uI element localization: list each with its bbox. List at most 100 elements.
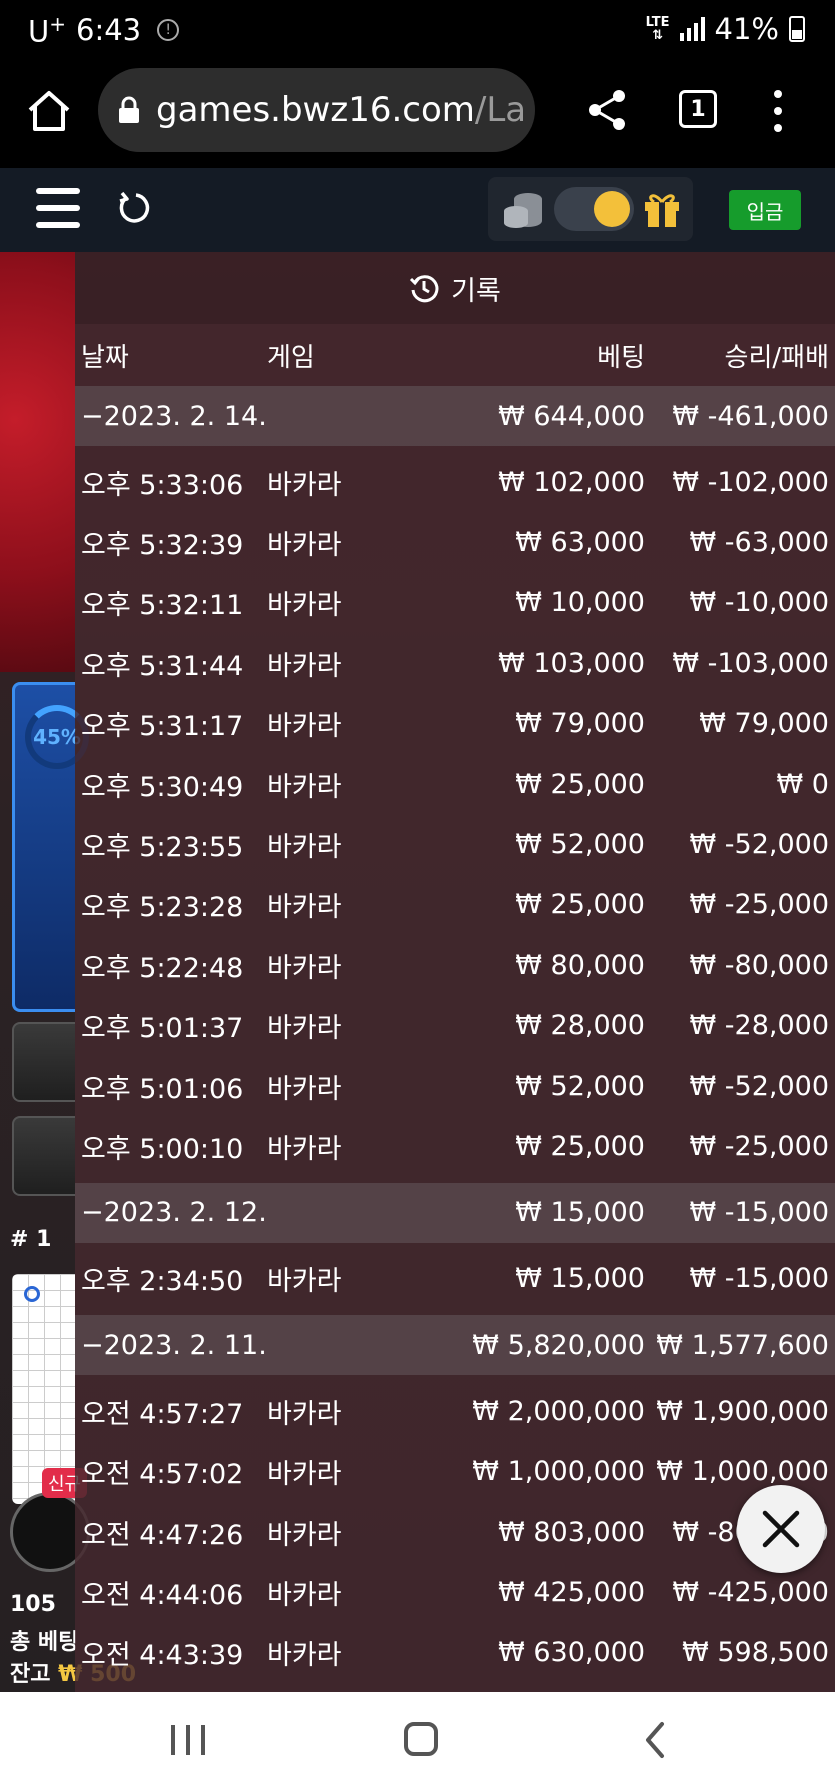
row-time: 오후 5:32:11 [81, 590, 244, 622]
row-game: 바카라 [267, 1133, 342, 1165]
row-win-loss: ₩ 1,900,000 [656, 1395, 829, 1427]
row-win-loss: ₩ -25,000 [689, 889, 830, 921]
home-icon[interactable] [26, 88, 72, 134]
history-row: 오전 4:57:27 바카라 ₩ 2,000,000 ₩ 1,900,000 [75, 1381, 835, 1441]
history-row: 오전 4:47:26바카라₩ 803,000₩ -803,000 [75, 1502, 835, 1562]
row-time: 오후 5:00:10 [81, 1133, 244, 1165]
info-icon: ! [157, 19, 180, 42]
row-win-loss: ₩ -52,000 [689, 828, 830, 860]
road-dot [24, 1286, 40, 1302]
col-bet: 베팅 [597, 342, 645, 373]
coins-icon [504, 193, 542, 228]
table-rank: # 1 [10, 1227, 52, 1252]
history-row: 오후 5:22:48 바카라 ₩ 80,000 ₩ -80,000 [75, 935, 835, 995]
row-win-loss: ₩ -63,000 [689, 526, 830, 558]
battery-percent: 41% [714, 12, 779, 46]
history-row: 오후 5:31:17 바카라 ₩ 79,000 ₩ 79,000 [75, 694, 835, 754]
row-bet: ₩ 10,000 [515, 587, 645, 619]
side-button[interactable] [12, 1116, 75, 1196]
history-title: 기록 [451, 275, 501, 307]
row-time: 오전 4:57:02 [81, 1459, 244, 1491]
row-bet: ₩ 52,000 [515, 1070, 645, 1102]
row-time: 오후 5:32:39 [81, 529, 244, 561]
row-win-loss: ₩ 79,000 [699, 708, 829, 740]
row-time: 오후 5:23:28 [81, 892, 244, 924]
row-bet: ₩ 80,000 [515, 949, 645, 981]
row-win-loss: ₩ -10,000 [689, 587, 830, 619]
row-game: 바카라 [267, 771, 342, 803]
row-win-loss: ₩ -80,000 [689, 949, 830, 981]
date-group-row[interactable]: −2023. 2. 12. ₩ 15,000 ₩ -15,000 [75, 1182, 835, 1243]
row-time: 오후 2:34:50 [81, 1266, 244, 1298]
history-row: 오후 5:32:39 바카라 ₩ 63,000 ₩ -63,000 [75, 512, 835, 572]
refresh-icon[interactable] [116, 190, 152, 226]
history-header: 기록 [75, 252, 835, 324]
mode-toggle[interactable] [554, 187, 634, 231]
row-win-loss: ₩ 598,500 [682, 1637, 829, 1669]
row-win-loss: ₩ -15,000 [689, 1263, 830, 1295]
group-win-total: ₩ 1,577,600 [656, 1329, 829, 1361]
share-icon[interactable] [585, 88, 629, 132]
row-game: 바카라 [267, 1640, 342, 1672]
row-win-loss: ₩ -425,000 [672, 1576, 829, 1608]
group-date: −2023. 2. 12. [81, 1197, 267, 1229]
row-time: 오후 5:01:06 [81, 1073, 244, 1105]
back-icon[interactable] [640, 1720, 670, 1760]
address-bar[interactable]: games.bwz16.com/La [98, 68, 535, 152]
col-game: 게임 [267, 342, 315, 373]
recents-icon[interactable] [171, 1725, 205, 1755]
clock: 6:43 [76, 13, 142, 48]
date-group-row[interactable]: −2023. 2. 11. ₩ 5,820,000 ₩ 1,577,600 [75, 1315, 835, 1376]
history-row: 오후 5:00:10 바카라 ₩ 25,000 ₩ -25,000 [75, 1116, 835, 1176]
row-game: 바카라 [267, 1073, 342, 1105]
row-game: 바카라 [267, 1013, 342, 1045]
row-bet: ₩ 1,000,000 [472, 1456, 645, 1488]
row-win-loss: ₩ -25,000 [689, 1130, 830, 1162]
row-bet: ₩ 2,000,000 [472, 1395, 645, 1427]
carrier-label: U+ [28, 12, 66, 49]
group-bet-total: ₩ 5,820,000 [472, 1329, 645, 1361]
row-game: 바카라 [267, 529, 342, 561]
total-bet-label: 총 베팅 [10, 1630, 79, 1655]
group-date: −2023. 2. 11. [81, 1329, 267, 1361]
history-row: 오후 5:33:06 바카라 ₩ 102,000 ₩ -102,000 [75, 452, 835, 512]
row-bet: ₩ 25,000 [515, 1130, 645, 1162]
battery-icon [789, 16, 805, 42]
row-game: 바카라 [267, 590, 342, 622]
history-row: 오후 5:01:37 바카라 ₩ 28,000 ₩ -28,000 [75, 996, 835, 1056]
row-time: 오후 5:31:17 [81, 711, 244, 743]
history-panel: 기록 날짜 게임 베팅 승리/패배 −2023. 2. 14. ₩ 644,000… [75, 252, 835, 1692]
row-time: 오전 4:47:26 [81, 1519, 244, 1551]
row-win-loss: ₩ -52,000 [689, 1070, 830, 1102]
side-button[interactable] [12, 1022, 75, 1102]
close-icon [762, 1510, 800, 1548]
row-time: 오전 4:44:06 [81, 1579, 244, 1611]
row-game: 바카라 [267, 1519, 342, 1551]
row-win-loss: ₩ 0 [776, 768, 829, 800]
row-game: 바카라 [267, 1266, 342, 1298]
row-game: 바카라 [267, 650, 342, 682]
row-time: 오후 5:22:48 [81, 952, 244, 984]
date-group-row[interactable]: −2023. 2. 14. ₩ 644,000 ₩ -461,000 [75, 386, 835, 446]
row-bet: ₩ 630,000 [498, 1637, 645, 1669]
row-game: 바카라 [267, 469, 342, 501]
history-row: 오후 5:31:44 바카라 ₩ 103,000 ₩ -103,000 [75, 633, 835, 693]
group-date: −2023. 2. 14. [81, 400, 267, 432]
row-bet: ₩ 15,000 [515, 1263, 645, 1295]
url-text: games.bwz16.com/La [156, 90, 527, 130]
row-bet: ₩ 803,000 [498, 1516, 645, 1548]
deposit-button[interactable]: 입금 [729, 190, 801, 230]
gift-icon[interactable] [642, 189, 682, 229]
home-nav-icon[interactable] [404, 1722, 438, 1756]
tab-switcher-button[interactable]: 1 [679, 90, 717, 128]
group-bet-total: ₩ 15,000 [515, 1197, 645, 1229]
hamburger-menu-icon[interactable] [36, 188, 80, 228]
close-button[interactable] [737, 1485, 825, 1573]
row-time: 오전 4:43:39 [81, 1640, 244, 1672]
more-options-icon[interactable] [770, 90, 786, 132]
row-win-loss: ₩ -102,000 [672, 466, 829, 498]
row-game: 바카라 [267, 1459, 342, 1491]
row-time: 오후 5:33:06 [81, 469, 244, 501]
row-win-loss: ₩ -103,000 [672, 647, 829, 679]
history-row: 오후 5:23:55 바카라 ₩ 52,000 ₩ -52,000 [75, 814, 835, 874]
